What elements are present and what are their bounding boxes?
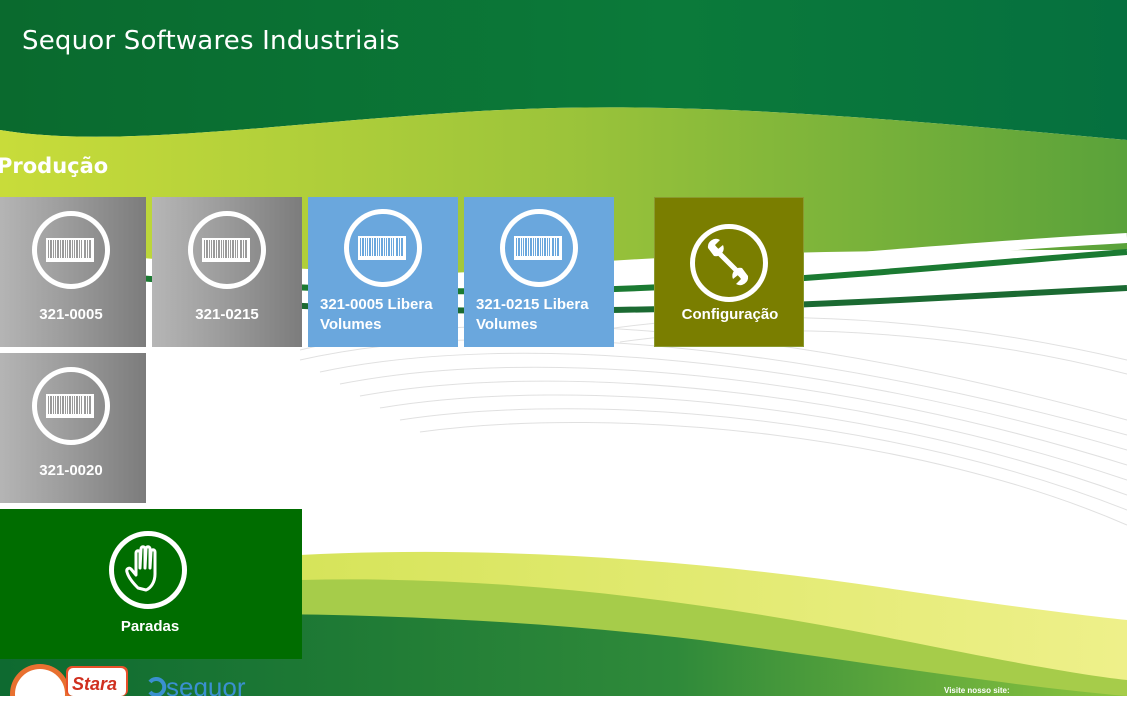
wrench-icon [690,224,768,302]
tile-321-0020[interactable]: 321-0020 [0,353,146,503]
barcode-icon [32,367,110,445]
tile-321-0215-libera-volumes[interactable]: 321-0215 Libera Volumes [464,197,614,347]
tile-label: 321-0215 Libera Volumes [476,296,589,333]
footer-logos: Stara sequor [0,656,300,701]
tile-configuracao[interactable]: Configuração [654,197,804,347]
tile-label: 321-0020 [39,462,103,479]
barcode-icon [32,211,110,289]
section-title-producao: Produção [0,154,109,178]
tile-label: 321-0215 [195,306,259,323]
tile-321-0005-libera-volumes[interactable]: 321-0005 Libera Volumes [308,197,458,347]
tile-label: Paradas [120,618,180,635]
barcode-icon [500,209,578,287]
stara-logo-text: Stara [72,674,117,694]
tile-paradas[interactable]: Paradas [0,509,302,659]
barcode-icon [188,211,266,289]
barcode-icon [344,209,422,287]
stara-sequor-logos: Stara sequor [10,664,246,701]
tile-label: 321-0005 Libera Volumes [320,296,433,333]
hand-stop-icon [109,531,187,609]
app-title: Sequor Softwares Industriais [22,26,400,56]
tile-label: Configuração [681,306,779,323]
tile-label: 321-0005 [39,306,103,323]
visit-site-text: Visite nosso site: [944,686,1010,695]
tile-321-0215[interactable]: 321-0215 [152,197,302,347]
sequor-logo-text: sequor [166,672,246,696]
tile-321-0005[interactable]: 321-0005 [0,197,146,347]
